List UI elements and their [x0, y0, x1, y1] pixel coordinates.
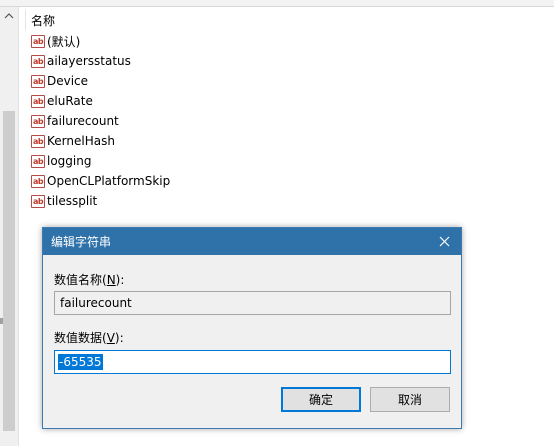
string-value-icon: ab: [31, 54, 45, 68]
window-top-border: [0, 0, 554, 7]
string-value-icon: ab: [31, 154, 45, 168]
list-item-label: ailayersstatus: [47, 54, 131, 68]
dialog-title-bar[interactable]: 编辑字符串: [43, 228, 461, 255]
string-value-icon: ab: [31, 74, 45, 88]
list-item[interactable]: ab tilessplit: [31, 191, 97, 211]
left-edge-mark: [0, 318, 3, 324]
list-item-label: eluRate: [47, 94, 93, 108]
list-item-label: tilessplit: [47, 194, 98, 208]
list-item-label: (默认): [47, 34, 81, 49]
list-item[interactable]: ab (默认): [31, 31, 80, 51]
list-item-label: failurecount: [47, 114, 119, 128]
value-name-text: failurecount: [60, 296, 132, 310]
value-data-label-text: 数值数据(: [54, 331, 107, 345]
value-name-label-text: 数值名称(: [54, 273, 107, 287]
string-value-icon: ab: [31, 134, 45, 148]
list-item[interactable]: ab KernelHash: [31, 131, 115, 151]
value-name-label: 数值名称(N):: [54, 271, 124, 288]
value-name-label-tail: ):: [115, 273, 125, 287]
list-item-label: OpenCLPlatformSkip: [47, 174, 171, 188]
list-item[interactable]: ab logging: [31, 151, 91, 171]
chevron-up-icon[interactable]: [0, 7, 18, 25]
value-name-field: failurecount: [54, 291, 451, 315]
value-name-accesskey: N: [106, 273, 116, 287]
edit-string-dialog: 编辑字符串 数值名称(N): failurecount 数值数据(V): -65…: [42, 227, 462, 429]
list-item-label: KernelHash: [47, 134, 115, 148]
string-value-icon: ab: [31, 174, 45, 188]
left-scrollbar[interactable]: [0, 7, 19, 446]
string-value-icon: ab: [31, 34, 45, 48]
dialog-title: 编辑字符串: [51, 235, 112, 249]
string-value-icon: ab: [31, 114, 45, 128]
close-icon[interactable]: [435, 232, 453, 250]
list-item[interactable]: ab OpenCLPlatformSkip: [31, 171, 170, 191]
string-value-icon: ab: [31, 94, 45, 108]
list-item-label: Device: [47, 74, 89, 88]
value-data-label: 数值数据(V):: [54, 329, 124, 346]
string-value-icon: ab: [31, 194, 45, 208]
ok-button[interactable]: 确定: [281, 387, 361, 412]
value-data-accesskey: V: [106, 331, 115, 345]
cancel-button[interactable]: 取消: [370, 387, 450, 412]
list-item-label: logging: [47, 154, 92, 168]
list-item[interactable]: ab ailayersstatus: [31, 51, 131, 71]
list-item[interactable]: ab Device: [31, 71, 88, 91]
list-item[interactable]: ab failurecount: [31, 111, 119, 131]
value-data-label-tail: ):: [114, 331, 124, 345]
scrollbar-thumb[interactable]: [3, 111, 15, 431]
value-data-selected-text: -65535: [58, 354, 103, 370]
value-data-input[interactable]: -65535: [54, 350, 451, 374]
column-header-name[interactable]: 名称: [25, 10, 554, 30]
list-item[interactable]: ab eluRate: [31, 91, 93, 111]
